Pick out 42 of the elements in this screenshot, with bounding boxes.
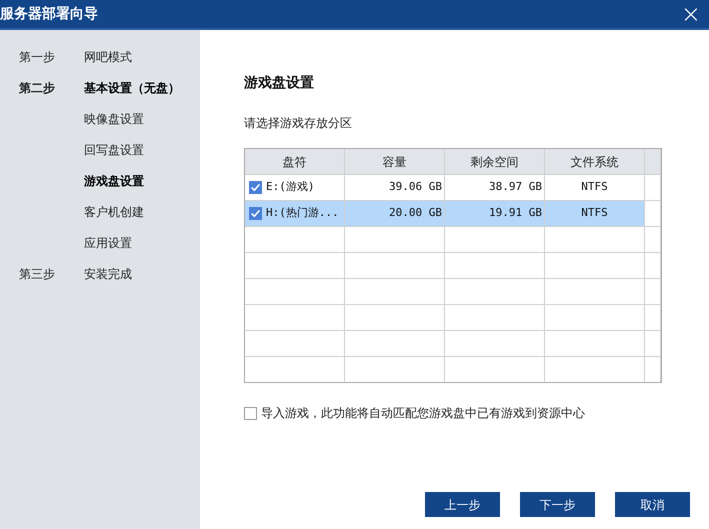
sidebar-item[interactable]: 客户机创建 xyxy=(84,202,144,220)
step-label: 第一步 xyxy=(19,48,56,66)
column-header xyxy=(645,149,661,175)
cancel-button[interactable]: 取消 xyxy=(615,492,690,517)
step-label: 第三步 xyxy=(19,266,56,282)
next-button[interactable]: 下一步 xyxy=(520,492,595,517)
table-cell xyxy=(645,201,661,227)
table-cell xyxy=(645,279,661,305)
row-checkbox[interactable] xyxy=(249,207,262,220)
column-header[interactable]: 盘符 xyxy=(245,149,345,175)
table-cell: 19.91 GB xyxy=(445,201,545,227)
instruction-text: 请选择游戏存放分区 xyxy=(244,115,353,132)
table-cell xyxy=(645,305,661,331)
table-cell xyxy=(645,331,661,357)
sidebar-item[interactable]: 基本设置（无盘） xyxy=(84,78,180,96)
close-button[interactable]: × xyxy=(672,2,709,26)
table-cell: NTFS xyxy=(545,201,645,227)
section-heading: 游戏盘设置 xyxy=(244,74,315,93)
table-cell xyxy=(645,175,661,201)
column-header[interactable]: 剩余空间 xyxy=(445,149,545,175)
sidebar-item[interactable]: 应用设置 xyxy=(84,234,132,252)
drive-cell-text: E:(游戏) xyxy=(266,179,314,196)
table-cell xyxy=(645,227,661,253)
import-checkbox[interactable] xyxy=(244,406,257,420)
column-header[interactable]: 文件系统 xyxy=(545,149,645,175)
table-cell: 20.00 GB xyxy=(345,201,445,227)
row-checkbox[interactable] xyxy=(249,181,262,194)
table-cell: 39.06 GB xyxy=(345,175,445,201)
step-label: 第二步 xyxy=(19,80,56,96)
window-title: 服务器部署向导 xyxy=(0,4,98,24)
sidebar-item[interactable]: 安装完成 xyxy=(84,264,132,282)
back-button[interactable]: 上一步 xyxy=(425,492,500,517)
table-cell: NTFS xyxy=(545,175,645,201)
table-cell: 38.97 GB xyxy=(445,175,545,201)
sidebar-item[interactable]: 回写盘设置 xyxy=(84,140,144,158)
sidebar-item[interactable]: 映像盘设置 xyxy=(84,110,144,128)
sidebar-item[interactable]: 游戏盘设置 xyxy=(84,172,144,190)
table-cell xyxy=(645,253,661,279)
import-games-label: 导入游戏，此功能将自动匹配您游戏盘中已有游戏到资源中心 xyxy=(261,405,585,422)
drive-cell-text: H:(热门游... xyxy=(266,205,339,222)
sidebar-item[interactable]: 网吧模式 xyxy=(84,48,132,66)
column-header[interactable]: 容量 xyxy=(345,149,445,175)
